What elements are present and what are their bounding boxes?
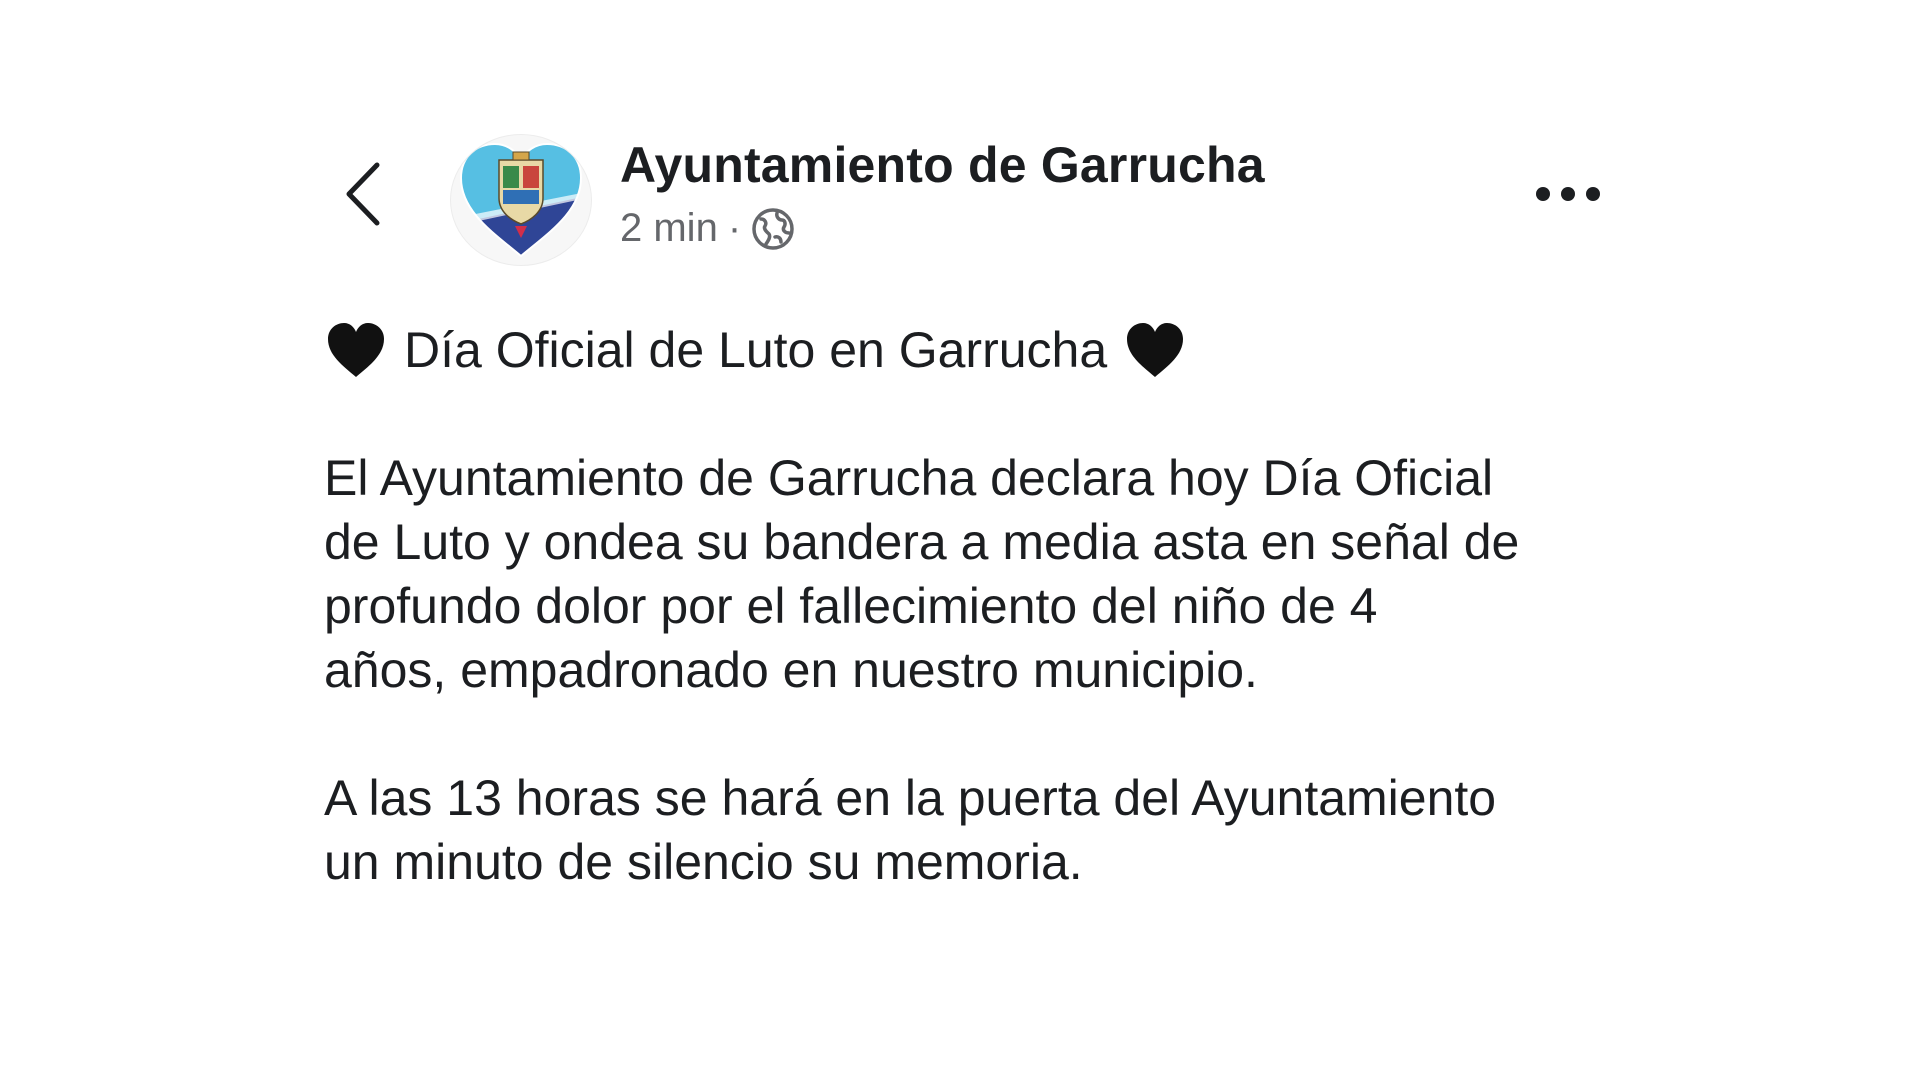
meta-separator: ·: [727, 206, 742, 250]
black-heart-icon: [1123, 318, 1187, 382]
audience-button[interactable]: [751, 207, 795, 251]
more-options-button[interactable]: [1528, 170, 1608, 218]
page-name-link[interactable]: Ayuntamiento de Garrucha: [620, 136, 1265, 194]
back-button[interactable]: [336, 158, 390, 230]
page-avatar[interactable]: [450, 134, 592, 266]
post-body: Día Oficial de Luto en Garrucha El Ayunt…: [324, 318, 1624, 894]
post-paragraph: El Ayuntamiento de Garrucha declara hoy …: [324, 450, 1520, 698]
post-paragraph: A las 13 horas se hará en la puerta del …: [324, 770, 1497, 890]
heart-crest-logo: [459, 142, 583, 258]
more-options-icon: [1536, 187, 1600, 201]
post-timestamp[interactable]: 2 min: [620, 206, 718, 251]
black-heart-icon: [324, 318, 388, 382]
post-meta: 2 min ·: [620, 206, 795, 251]
post-title-line: Día Oficial de Luto en Garrucha: [324, 318, 1624, 382]
globe-icon: [752, 207, 794, 250]
chevron-left-icon: [346, 162, 380, 226]
post-title: Día Oficial de Luto en Garrucha: [404, 322, 1108, 378]
